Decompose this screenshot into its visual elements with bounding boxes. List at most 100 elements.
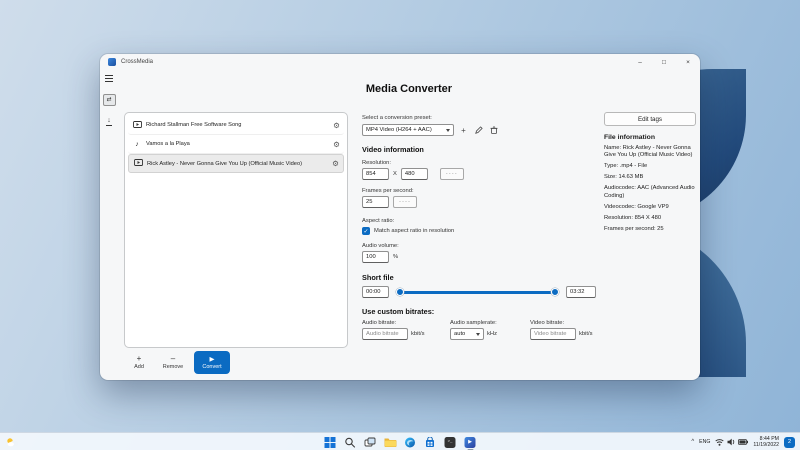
titlebar[interactable]: CrossMedia – □ ×: [100, 54, 700, 70]
file-settings-gear-icon[interactable]: ⚙: [333, 121, 340, 130]
add-label: Add: [134, 364, 144, 370]
download-page-icon[interactable]: ↓: [103, 115, 116, 128]
edge-icon: [405, 437, 416, 448]
video-file-icon: [132, 121, 142, 130]
microsoft-store-button[interactable]: [424, 436, 437, 449]
file-info-videocodec: Videocodec: Google VP9: [604, 204, 696, 212]
fps-input[interactable]: [362, 196, 389, 208]
trim-range-slider[interactable]: [398, 291, 557, 294]
add-file-button[interactable]: + Add: [126, 351, 152, 374]
audio-bitrate-unit: kbit/s: [411, 331, 425, 337]
aspect-ratio-checkbox-label: Match aspect ratio in resolution: [374, 228, 454, 234]
file-info-resolution: Resolution: 854 X 480: [604, 215, 696, 223]
audio-file-icon: ♪: [132, 141, 142, 148]
file-explorer-button[interactable]: [384, 436, 397, 449]
file-info-name: Name: Rick Astley - Never Gonna Give You…: [604, 145, 696, 160]
file-list-item[interactable]: ♪ Vamos a la Playa ⚙: [128, 135, 344, 154]
widgets-button[interactable]: [6, 437, 19, 447]
menu-icon[interactable]: [103, 72, 116, 85]
hidden-icons-chevron-icon[interactable]: ^: [691, 439, 694, 445]
video-bitrate-input[interactable]: [530, 328, 576, 340]
file-info-size: Size: 14.63 MB: [604, 174, 696, 182]
video-bitrate-label: Video bitrate:: [530, 320, 596, 326]
trim-start-value[interactable]: 00:00: [362, 286, 389, 298]
resolution-presets-button[interactable]: ····: [440, 168, 464, 180]
resolution-height-input[interactable]: [401, 168, 428, 180]
preset-label: Select a conversion preset:: [362, 115, 596, 121]
crossmedia-app-icon: ▶: [465, 437, 476, 448]
remove-file-button[interactable]: – Remove: [160, 351, 186, 374]
windows-logo-icon: [325, 437, 336, 448]
taskbar-center: >_ ▶: [324, 433, 477, 450]
language-indicator[interactable]: ENG: [699, 439, 710, 445]
search-icon: [345, 437, 356, 448]
file-list-item[interactable]: Richard Stallman Free Software Song ⚙: [128, 116, 344, 135]
file-info-heading: File information: [604, 134, 696, 141]
convert-label: Convert: [202, 364, 221, 370]
app-window: CrossMedia – □ × ⇄ ↓ Media Converter Ric…: [100, 54, 700, 380]
hamburger-icon: [105, 78, 113, 79]
slider-handle-end[interactable]: [551, 288, 559, 296]
minimize-button[interactable]: –: [628, 54, 652, 70]
task-view-button[interactable]: [364, 436, 377, 449]
video-file-icon: [133, 159, 143, 168]
maximize-button[interactable]: □: [652, 54, 676, 70]
file-list-item-selected[interactable]: Rick Astley - Never Gonna Give You Up (O…: [128, 154, 344, 173]
file-settings-gear-icon[interactable]: ⚙: [333, 140, 340, 149]
play-icon: ▶: [210, 356, 215, 363]
start-button[interactable]: [324, 436, 337, 449]
page-title: Media Converter: [118, 83, 700, 95]
search-button[interactable]: [344, 436, 357, 449]
minus-icon: –: [171, 355, 175, 363]
edge-browser-button[interactable]: [404, 436, 417, 449]
crossmedia-app-button[interactable]: ▶: [464, 436, 477, 449]
notification-count-badge[interactable]: 2: [784, 437, 795, 448]
file-actions: + Add – Remove ▶ Convert: [126, 351, 230, 374]
system-tray: ^ ENG 8:44 PM 11/19/2022 2: [691, 433, 795, 450]
delete-preset-trash-icon[interactable]: [488, 125, 499, 136]
audio-samplerate-unit: kHz: [487, 331, 497, 337]
plus-icon: +: [137, 355, 142, 363]
resolution-width-input[interactable]: [362, 168, 389, 180]
file-info-panel: Edit tags File information Name: Rick As…: [604, 112, 696, 233]
volume-icon: [727, 438, 736, 446]
close-button[interactable]: ×: [676, 54, 700, 70]
left-rail: ⇄ ↓: [100, 72, 118, 128]
file-name: Richard Stallman Free Software Song: [146, 122, 329, 128]
converter-page-icon[interactable]: ⇄: [103, 94, 116, 106]
slider-handle-start[interactable]: [396, 288, 404, 296]
conversion-settings: Select a conversion preset: MP4 Video (H…: [362, 109, 596, 340]
aspect-ratio-label: Aspect ratio:: [362, 218, 596, 224]
fps-presets-button[interactable]: ····: [393, 196, 417, 208]
file-info-fps: Frames per second: 25: [604, 226, 696, 234]
preset-select[interactable]: MP4 Video (H264 + AAC): [362, 124, 454, 136]
edit-preset-pencil-icon[interactable]: [473, 125, 484, 136]
chevron-down-icon: [476, 333, 480, 336]
audio-samplerate-value: auto: [454, 331, 473, 337]
short-file-heading: Short file: [362, 273, 596, 282]
audio-bitrate-input[interactable]: [362, 328, 408, 340]
terminal-button[interactable]: >_: [444, 436, 457, 449]
tray-date: 11/19/2022: [753, 442, 779, 448]
file-settings-gear-icon[interactable]: ⚙: [332, 159, 339, 168]
wifi-icon: [715, 438, 724, 446]
add-preset-icon[interactable]: +: [458, 125, 469, 136]
app-logo-icon: [108, 58, 116, 66]
aspect-ratio-checkbox[interactable]: ✓: [362, 227, 370, 235]
weather-icon: [6, 437, 19, 447]
remove-label: Remove: [163, 364, 183, 370]
audio-samplerate-select[interactable]: auto: [450, 328, 484, 340]
window-title: CrossMedia: [121, 59, 153, 65]
folder-icon: [384, 437, 396, 447]
video-info-heading: Video information: [362, 145, 596, 154]
edit-tags-button[interactable]: Edit tags: [604, 112, 696, 126]
file-info-audiocodec: Audiocodec: AAC (Advanced Audio Coding): [604, 185, 696, 200]
convert-button[interactable]: ▶ Convert: [194, 351, 230, 374]
chevron-down-icon: [446, 129, 450, 132]
audio-samplerate-label: Audio samplerate:: [450, 320, 530, 326]
terminal-icon: >_: [445, 437, 456, 448]
trim-end-value[interactable]: 03:32: [566, 286, 596, 298]
audio-volume-input[interactable]: [362, 251, 389, 263]
clock[interactable]: 8:44 PM 11/19/2022: [753, 436, 779, 448]
network-volume-battery[interactable]: [715, 438, 748, 446]
